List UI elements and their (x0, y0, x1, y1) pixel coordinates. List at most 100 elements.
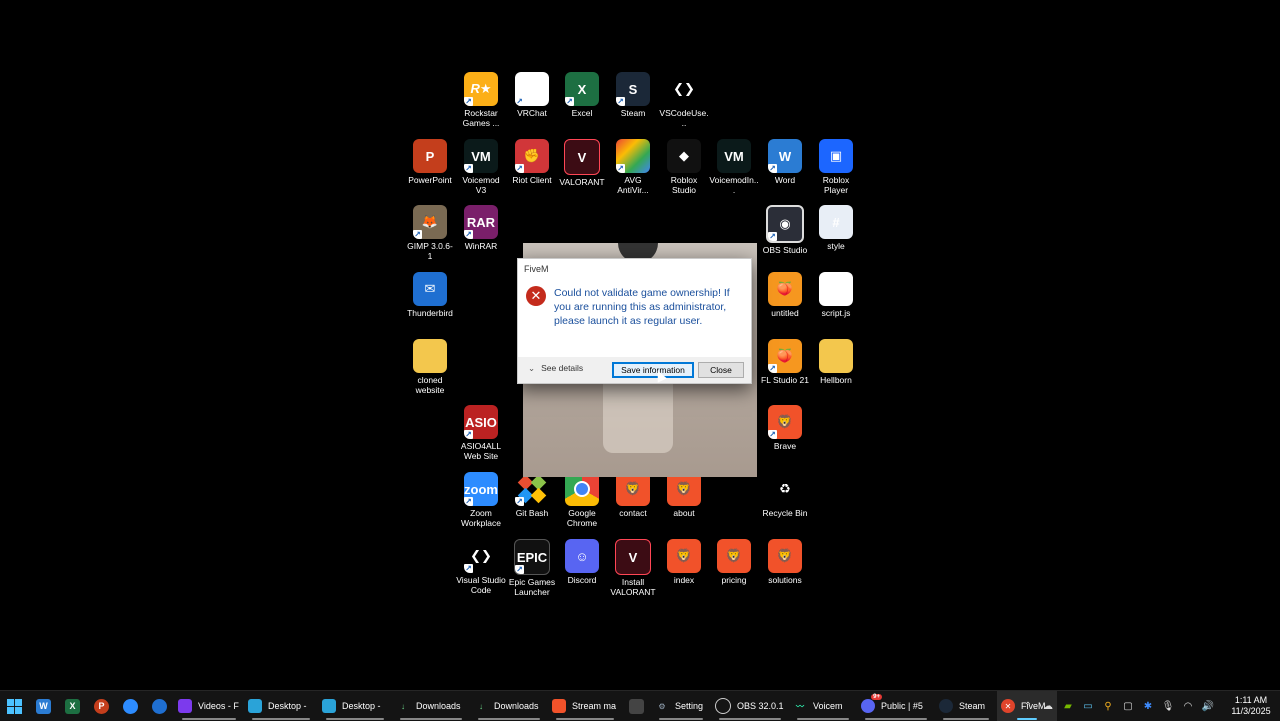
recycle-bin[interactable]: ♻ Recycle Bin (760, 472, 810, 532)
voicemod-icon: 〰 (796, 701, 804, 711)
gimp-shortcut[interactable]: 🦊 ↗ GIMP 3.0.6-1 (405, 205, 455, 265)
start-button[interactable] (0, 691, 29, 721)
bluetooth-icon[interactable]: ✱ (1138, 701, 1158, 712)
voicemod-v3-shortcut[interactable]: VM ↗ Voicemod V3 (456, 139, 506, 199)
pricing-file[interactable]: 🦁 pricing (709, 539, 759, 599)
icon-label: Roblox Studio (670, 175, 698, 195)
icon-label: Word (774, 175, 796, 185)
taskbar-voicemod[interactable]: 〰 Voicem (789, 691, 857, 721)
discord-shortcut[interactable]: ☺ Discord (557, 539, 607, 599)
powerpoint-shortcut[interactable]: P PowerPoint (405, 139, 455, 199)
fl-studio-shortcut[interactable]: 🍑 ↗ FL Studio 21 (760, 339, 810, 399)
zoom-shortcut[interactable]: zoom ↗ Zoom Workplace (456, 472, 506, 532)
error-message: Could not validate game ownership! If yo… (554, 287, 730, 327)
riot-client-shortcut[interactable]: ✊ ↗ Riot Client (507, 139, 557, 199)
icon-label: OBS Studio (762, 245, 808, 255)
taskbar-image-app[interactable] (622, 691, 651, 721)
chevron-down-icon: ⌄ (528, 363, 536, 373)
about-file[interactable]: 🦁 about (659, 472, 709, 532)
word-shortcut[interactable]: W ↗ Word (760, 139, 810, 199)
icon-label: Rockstar Games ... (462, 108, 500, 128)
nvidia-icon[interactable]: ▰ (1058, 701, 1078, 712)
icon-label: Excel (571, 108, 593, 118)
epic-games-shortcut[interactable]: EPIC ↗ Epic Games Launcher (507, 539, 557, 599)
style-file[interactable]: # style (811, 205, 861, 265)
contact-file[interactable]: 🦁 contact (608, 472, 658, 532)
obs-studio-shortcut[interactable]: ◉ ↗ OBS Studio (760, 205, 810, 265)
icon-label: Brave (773, 441, 797, 451)
onedrive-icon[interactable]: ☁ (1038, 701, 1058, 712)
shortcut-arrow-icon: ↗ (464, 164, 473, 173)
vrchat-shortcut[interactable]: VR ↗ VRChat (507, 72, 557, 132)
shortcut-arrow-icon: ↗ (768, 364, 777, 373)
video-editor-icon (178, 699, 192, 713)
taskbar-obs[interactable]: OBS 32.0.1 (711, 691, 789, 721)
icon-label: index (673, 575, 695, 585)
shortcut-arrow-icon: ↗ (413, 230, 422, 239)
scriptjs-file[interactable]: script.js (811, 272, 861, 332)
fl-studio-icon: 🍑 ↗ (768, 339, 802, 373)
taskbar-label: Steam (959, 701, 986, 711)
search-app-icon[interactable]: ⚲ (1098, 701, 1118, 712)
network-app-icon[interactable]: ▭ (1078, 701, 1098, 712)
obs-icon: ◉ ↗ (766, 205, 804, 243)
taskbar-steam[interactable]: Steam (935, 691, 997, 721)
cloned-website-folder[interactable]: cloned website (405, 339, 455, 399)
rockstar-games-shortcut[interactable]: R★ ↗ Rockstar Games ... (456, 72, 506, 132)
taskbar-discord[interactable]: 9+ Public | #5 (857, 691, 935, 721)
taskbar-excel[interactable]: X (58, 691, 87, 721)
clock[interactable]: 1:11 AM 11/3/2025 (1222, 695, 1280, 717)
taskbar-desktop-1[interactable]: Desktop - (244, 691, 318, 721)
vscode-user-shortcut[interactable]: ❮❯ VSCodeUse... (659, 72, 709, 132)
solutions-file[interactable]: 🦁 solutions (760, 539, 810, 599)
excel-shortcut[interactable]: X ↗ Excel (557, 72, 607, 132)
wifi-icon[interactable]: ◠ (1178, 701, 1198, 712)
see-details-toggle[interactable]: ⌄ See details (528, 363, 583, 374)
taskbar-downloads-1[interactable]: ↓ Downloads (392, 691, 470, 721)
taskbar-downloads-2[interactable]: ↓ Downloads (470, 691, 548, 721)
icon-label: Thunderbird (407, 308, 453, 318)
google-chrome-shortcut[interactable]: Google Chrome (557, 472, 607, 532)
taskbar-videos[interactable]: Videos - F (174, 691, 244, 721)
display-icon[interactable]: ▢ (1118, 701, 1138, 712)
close-button[interactable]: Close (698, 362, 744, 378)
taskbar-word[interactable]: W (29, 691, 58, 721)
asio4all-shortcut[interactable]: ASIO ↗ ASIO4ALL Web Site (456, 405, 506, 465)
visual-studio-code-shortcut[interactable]: ❮❯ ↗ Visual Studio Code (456, 539, 506, 599)
icon-label: Google Chrome (566, 508, 598, 528)
taskbar-powerpoint[interactable]: P (87, 691, 116, 721)
chevron-up-icon[interactable]: ⌃ (1018, 701, 1038, 712)
index-file[interactable]: 🦁 index (659, 539, 709, 599)
js-file-icon (819, 272, 853, 306)
hellborn-folder[interactable]: Hellborn (811, 339, 861, 399)
shortcut-arrow-icon: ↗ (464, 430, 473, 439)
avg-antivirus-shortcut[interactable]: ↗ AVG AntiVir... (608, 139, 658, 199)
roblox-player-shortcut[interactable]: ▣ Roblox Player (811, 139, 861, 199)
roblox-studio-shortcut[interactable]: ◆ Roblox Studio (659, 139, 709, 199)
fivem-error-icon: ✕ (1001, 699, 1015, 713)
thunderbird-shortcut[interactable]: ✉ Thunderbird (405, 272, 455, 332)
save-information-button[interactable]: Save information (612, 362, 694, 378)
steam-shortcut[interactable]: S ↗ Steam (608, 72, 658, 132)
steam-icon: S ↗ (616, 72, 650, 106)
install-valorant-shortcut[interactable]: V Install VALORANT (608, 539, 658, 599)
git-bash-shortcut[interactable]: ↗ Git Bash (507, 472, 557, 532)
voicemod-installer-shortcut[interactable]: VM VoicemodIn... (709, 139, 759, 199)
icon-label: Riot Client (512, 175, 552, 185)
taskbar-settings[interactable]: ⚙ Setting (651, 691, 711, 721)
volume-icon[interactable]: 🔊 (1198, 701, 1218, 712)
shortcut-arrow-icon: ↗ (464, 230, 473, 239)
winrar-shortcut[interactable]: RAR ↗ WinRAR (456, 205, 506, 265)
brave-shortcut[interactable]: 🦁 ↗ Brave (760, 405, 810, 465)
microphone-icon[interactable]: 🎙 (1158, 701, 1178, 712)
taskbar-brave-stream[interactable]: Stream ma (548, 691, 622, 721)
valorant-shortcut[interactable]: V VALORANT (557, 139, 607, 199)
taskbar-zoom[interactable] (116, 691, 145, 721)
icon-label: WinRAR (464, 241, 498, 251)
clock-date: 11/3/2025 (1231, 706, 1271, 716)
taskbar-desktop-2[interactable]: Desktop - (318, 691, 392, 721)
untitled-file[interactable]: 🍑 untitled (760, 272, 810, 332)
taskbar-thunderbird[interactable] (145, 691, 174, 721)
steam-icon (939, 699, 953, 713)
valorant-icon: V (615, 539, 651, 575)
